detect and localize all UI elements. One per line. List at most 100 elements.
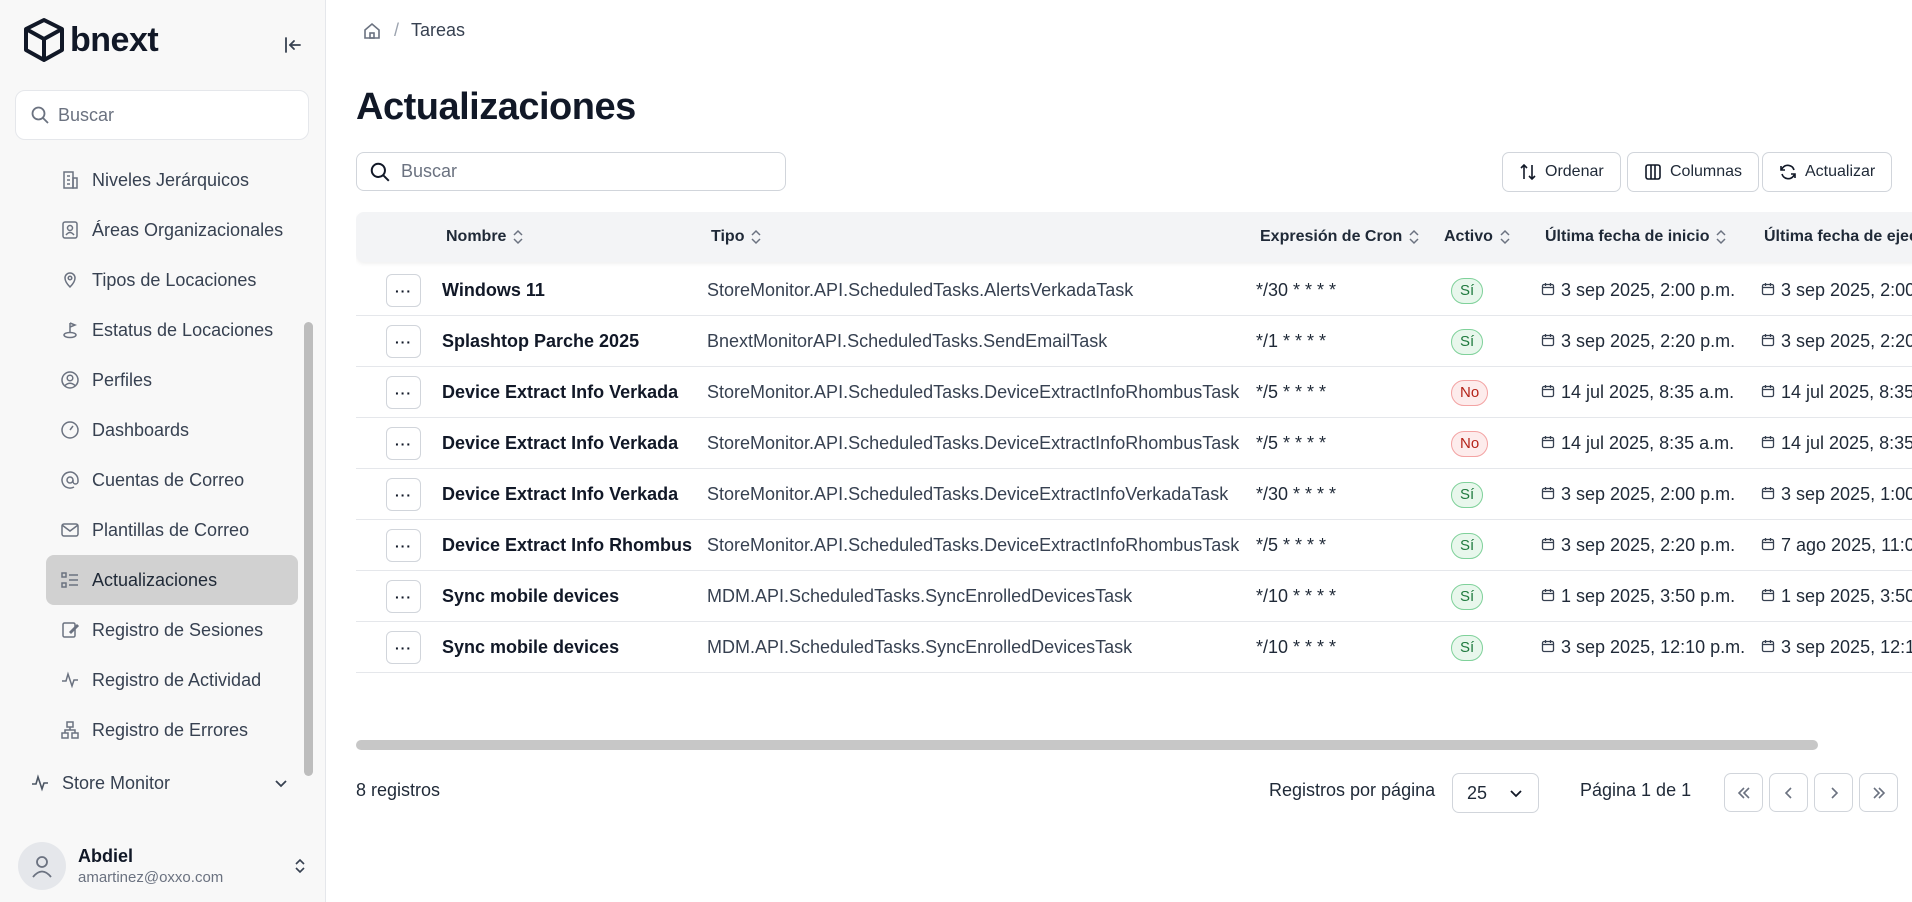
table-row[interactable]: ··· Sync mobile devices MDM.API.ScheduledT…	[356, 622, 1912, 673]
table-row[interactable]: ··· Windows 11 StoreMonitor.API.ScheduledT…	[356, 265, 1912, 316]
table-row[interactable]: ··· Device Extract Info Verkada StoreMonit…	[356, 367, 1912, 418]
row-actions-button[interactable]: ···	[386, 427, 421, 460]
column-header-ultima-inicio[interactable]: Última fecha de inicio	[1545, 212, 1727, 262]
table-row[interactable]: ··· Sync mobile devices MDM.API.ScheduledT…	[356, 571, 1912, 622]
sidebar-item-areas-organizacionales[interactable]: Áreas Organizacionales	[46, 205, 298, 255]
sidebar-item-registro-de-actividad[interactable]: Registro de Actividad	[46, 655, 298, 705]
column-header-label: Activo	[1444, 228, 1493, 245]
columns-button[interactable]: Columnas	[1627, 152, 1760, 192]
collapse-sidebar-button[interactable]	[280, 32, 306, 58]
row-actions-button[interactable]: ···	[386, 631, 421, 664]
column-header-label: Última fecha de ejecución	[1764, 228, 1912, 245]
sort-button[interactable]: Ordenar	[1502, 152, 1621, 192]
cell-ultima-inicio: 3 sep 2025, 2:00 p.m.	[1561, 280, 1736, 300]
column-header-nombre[interactable]: Nombre	[446, 212, 524, 262]
row-actions-button[interactable]: ···	[386, 325, 421, 358]
sidebar-item-label: Dashboards	[92, 419, 190, 440]
row-actions-button[interactable]: ···	[386, 376, 421, 409]
cell-ultima-inicio: 3 sep 2025, 2:00 p.m.	[1561, 484, 1736, 504]
breadcrumb-current: Tareas	[411, 20, 466, 40]
previous-page-button[interactable]	[1769, 773, 1808, 812]
table-row[interactable]: ··· Device Extract Info Verkada StoreMonit…	[356, 469, 1912, 520]
per-page-select[interactable]: 25	[1452, 773, 1539, 813]
search-icon	[31, 106, 49, 124]
sidebar-item-label: Áreas Organizacionales	[92, 219, 284, 240]
sidebar-search[interactable]	[15, 90, 309, 140]
ellipsis-icon: ···	[395, 537, 412, 554]
row-actions-button[interactable]: ···	[386, 580, 421, 613]
page-indicator: Página 1 de 1	[1580, 780, 1692, 800]
cell-ultima-inicio: 3 sep 2025, 2:20 p.m.	[1561, 535, 1736, 555]
refresh-button[interactable]: Actualizar	[1762, 152, 1893, 192]
sidebar-scrollbar[interactable]	[304, 322, 313, 776]
cell-ultima-inicio: 14 jul 2025, 8:35 a.m.	[1561, 382, 1735, 402]
sort-toggle-icon	[1409, 229, 1419, 245]
sidebar-item-registro-de-errores[interactable]: Registro de Errores	[46, 705, 298, 755]
horizontal-scrollbar[interactable]	[356, 740, 1818, 750]
sidebar-search-input[interactable]	[58, 104, 298, 126]
row-actions-button[interactable]: ···	[386, 529, 421, 562]
sidebar-item-niveles-jerarquicos[interactable]: Niveles Jerárquicos	[46, 155, 298, 205]
refresh-icon	[1780, 164, 1796, 180]
status-badge: Sí	[1451, 532, 1484, 559]
first-page-button[interactable]	[1724, 773, 1763, 812]
chevron-right-icon	[1830, 786, 1838, 799]
ellipsis-icon: ···	[395, 435, 412, 452]
table-search[interactable]	[356, 152, 786, 191]
user-menu[interactable]: Abdiel amartinez@oxxo.com	[18, 838, 308, 894]
home-icon[interactable]	[362, 21, 382, 41]
column-header-tipo[interactable]: Tipo	[711, 212, 762, 262]
cell-cron: */10 * * * *	[1256, 586, 1337, 606]
cell-tipo: StoreMonitor.API.ScheduledTasks.DeviceEx…	[707, 433, 1240, 453]
chevrons-left-icon	[1737, 786, 1750, 799]
sidebar-item-plantillas-de-correo[interactable]: Plantillas de Correo	[46, 505, 298, 555]
calendar-icon	[1541, 484, 1555, 505]
table-row[interactable]: ··· Splashtop Parche 2025 BnextMonitorAPI.…	[356, 316, 1912, 367]
sidebar-item-estatus-de-locaciones[interactable]: Estatus de Locaciones	[46, 305, 298, 355]
cell-tipo: MDM.API.ScheduledTasks.SyncEnrolledDevic…	[707, 586, 1133, 606]
breadcrumb: / Tareas	[362, 20, 465, 41]
table-row[interactable]: ··· Device Extract Info Rhombus StoreMonit…	[356, 520, 1912, 571]
last-page-button[interactable]	[1859, 773, 1898, 812]
sidebar-item-actualizaciones[interactable]: Actualizaciones	[46, 555, 298, 605]
user-circle-icon	[60, 370, 80, 390]
sidebar-item-label: Plantillas de Correo	[92, 519, 250, 540]
table-search-input[interactable]	[401, 161, 761, 182]
columns-icon	[1645, 164, 1661, 180]
chevrons-up-down-icon	[295, 858, 305, 874]
collapse-icon	[285, 37, 301, 53]
column-header-activo[interactable]: Activo	[1444, 212, 1511, 262]
sidebar-item-dashboards[interactable]: Dashboards	[46, 405, 298, 455]
bnext-logo[interactable]: bnext	[22, 16, 159, 64]
sidebar-item-cuentas-de-correo[interactable]: Cuentas de Correo	[46, 455, 298, 505]
status-badge: Sí	[1451, 583, 1484, 610]
cell-cron: */5 * * * *	[1256, 535, 1327, 555]
calendar-icon	[1541, 280, 1555, 301]
gauge-icon	[60, 420, 80, 440]
row-actions-button[interactable]: ···	[386, 478, 421, 511]
sort-toggle-icon	[513, 229, 523, 245]
row-actions-button[interactable]: ···	[386, 274, 421, 307]
cube-logo-icon	[24, 18, 64, 62]
sidebar-item-tipos-de-locaciones[interactable]: Tipos de Locaciones	[46, 255, 298, 305]
ellipsis-icon: ···	[395, 282, 412, 299]
cell-ultima-ejecucion: 14 jul 2025, 8:35 a.m.	[1781, 382, 1912, 402]
cell-cron: */10 * * * *	[1256, 637, 1337, 657]
sidebar-item-perfiles[interactable]: Perfiles	[46, 355, 298, 405]
sidebar-group-store-monitor[interactable]: Store Monitor	[30, 765, 290, 801]
id-badge-icon	[60, 220, 80, 240]
table-row[interactable]: ··· Device Extract Info Verkada StoreMonit…	[356, 418, 1912, 469]
sidebar-item-registro-de-sesiones[interactable]: Registro de Sesiones	[46, 605, 298, 655]
next-page-button[interactable]	[1814, 773, 1853, 812]
column-header-cron[interactable]: Expresión de Cron	[1260, 212, 1420, 262]
avatar	[18, 842, 66, 890]
chevron-down-icon	[1510, 790, 1522, 798]
cell-tipo: BnextMonitorAPI.ScheduledTasks.SendEmail…	[707, 331, 1108, 351]
sidebar-item-label: Registro de Errores	[92, 719, 249, 740]
column-header-ultima-ejecucion[interactable]: Última fecha de ejecución	[1764, 212, 1912, 262]
calendar-icon	[1761, 382, 1775, 403]
page-title: Actualizaciones	[356, 86, 636, 128]
calendar-icon	[1761, 637, 1775, 658]
sidebar-group-label: Store Monitor	[62, 772, 171, 793]
calendar-icon	[1541, 586, 1555, 607]
